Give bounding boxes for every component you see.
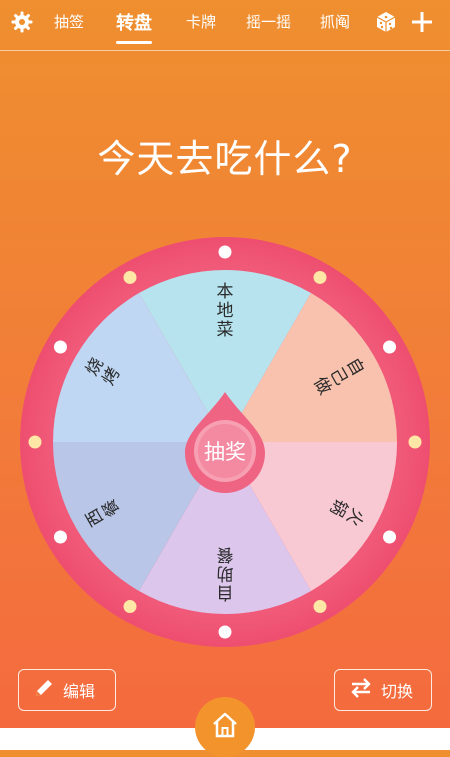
plus-icon[interactable]	[410, 10, 434, 34]
svg-text:餐: 餐	[217, 544, 234, 564]
edit-label: 编辑	[63, 682, 96, 701]
tab-wheel[interactable]: 转盘	[116, 9, 152, 44]
rim-light	[28, 435, 42, 449]
page-title: 今天去吃什么?	[97, 137, 353, 181]
nav-divider	[0, 50, 450, 51]
pencil-icon	[33, 677, 55, 703]
rim-light	[218, 245, 232, 259]
spin-button-label: 抽奖	[204, 440, 246, 464]
top-nav: 抽签 转盘 卡牌 摇一摇 抓阄	[0, 0, 450, 51]
rim-light	[313, 270, 327, 284]
svg-text:菜: 菜	[217, 320, 234, 340]
rim-light	[218, 625, 232, 639]
wheel-segment-label: 本地菜	[217, 282, 234, 340]
wheel-segment-label: 自助餐	[217, 544, 234, 602]
svg-text:自: 自	[217, 582, 234, 602]
svg-text:地: 地	[217, 301, 234, 321]
rim-light	[123, 600, 137, 614]
spin-wheel[interactable]: 本地菜自己做火锅自助餐西餐烧烤 抽奖	[20, 237, 430, 647]
rim-light	[408, 435, 422, 449]
rim-light	[383, 340, 397, 354]
svg-text:本: 本	[217, 282, 234, 302]
home-button[interactable]	[195, 697, 255, 757]
dice-icon[interactable]	[374, 10, 398, 34]
tab-cards[interactable]: 卡牌	[186, 11, 216, 32]
home-icon	[210, 710, 240, 744]
svg-text:助: 助	[217, 563, 234, 583]
switch-button[interactable]: 切换	[334, 669, 432, 711]
swap-icon	[349, 677, 373, 703]
rim-light	[53, 530, 67, 544]
rim-light	[123, 270, 137, 284]
rim-light	[53, 340, 67, 354]
gear-icon[interactable]	[10, 10, 34, 34]
tab-grab[interactable]: 抓阄	[320, 11, 350, 32]
tab-draw-lots[interactable]: 抽签	[54, 11, 84, 32]
rim-light	[383, 530, 397, 544]
edit-button[interactable]: 编辑	[18, 669, 116, 711]
switch-label: 切换	[381, 682, 414, 701]
rim-light	[313, 600, 327, 614]
tab-shake[interactable]: 摇一摇	[246, 11, 291, 32]
